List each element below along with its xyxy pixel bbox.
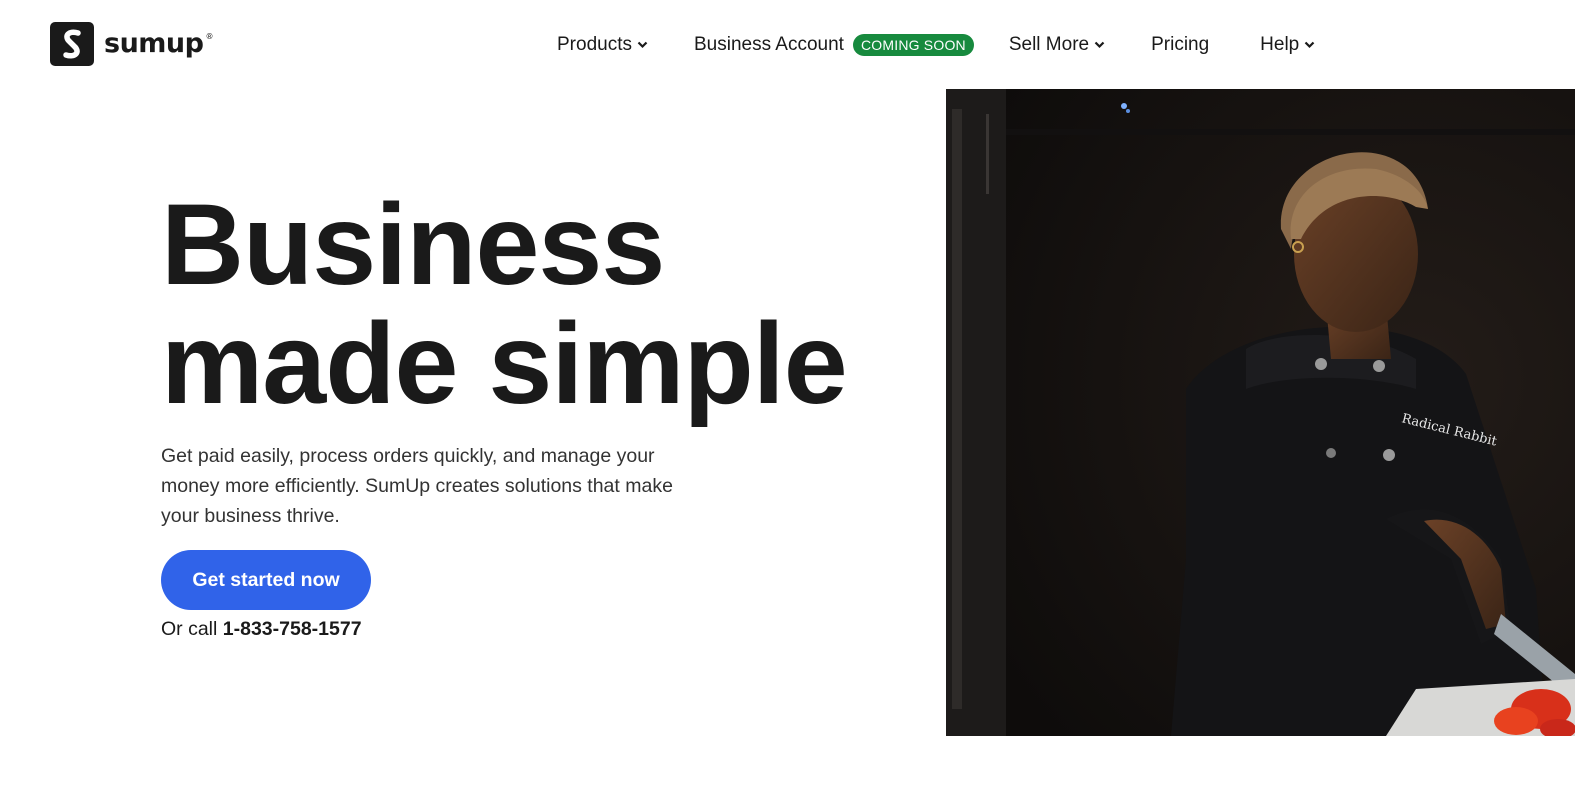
nav-sell-more-label: Sell More <box>1008 34 1090 55</box>
nav-products[interactable]: Products <box>557 34 648 56</box>
nav-help-label: Help <box>1260 34 1300 55</box>
main-nav: Products Business Account COMING SOON Se… <box>557 33 1315 57</box>
chevron-down-icon <box>1094 41 1105 49</box>
chevron-down-icon <box>637 41 648 49</box>
nav-business-account-label: Business Account <box>693 34 844 55</box>
coming-soon-badge: COMING SOON <box>852 34 974 56</box>
sumup-wordmark: sumup ® <box>104 27 213 59</box>
hero-title: Business made simple <box>161 181 848 428</box>
call-prefix: Or call <box>161 618 218 640</box>
hero-image-chef: Radical Rabbit <box>946 89 1575 736</box>
sumup-logo[interactable]: sumup ® <box>50 22 213 66</box>
nav-pricing[interactable]: Pricing <box>1151 34 1209 56</box>
nav-products-label: Products <box>557 34 632 55</box>
chevron-down-icon <box>1304 41 1315 49</box>
chef-photo-illustration: Radical Rabbit <box>946 89 1575 736</box>
call-line: Or call 1-833-758-1577 <box>161 618 362 641</box>
sumup-logo-icon <box>50 22 94 66</box>
phone-number-link[interactable]: 1-833-758-1577 <box>223 618 362 640</box>
nav-sell-more[interactable]: Sell More <box>1009 34 1105 56</box>
nav-business-account[interactable]: Business Account COMING SOON <box>694 34 974 56</box>
hero-title-line-1: Business <box>161 181 665 309</box>
hero-subtitle: Get paid easily, process orders quickly,… <box>161 445 673 527</box>
nav-pricing-label: Pricing <box>1151 34 1210 55</box>
hero-title-line-2: made simple <box>161 300 848 428</box>
site-header: sumup ® Products Business Account COMING … <box>0 0 1575 90</box>
get-started-button[interactable]: Get started now <box>161 550 371 610</box>
nav-help[interactable]: Help <box>1260 34 1315 56</box>
